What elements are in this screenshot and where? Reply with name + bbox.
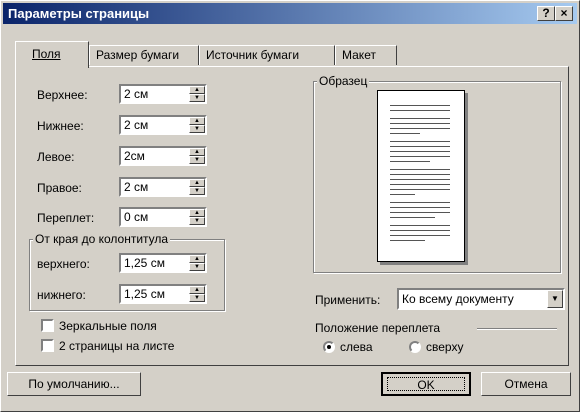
page-setup-dialog: Параметры страницы ? × Поля Размер бумаг…: [0, 0, 580, 412]
cancel-button[interactable]: Отмена: [481, 372, 571, 396]
tab-panel: [15, 66, 569, 366]
default-button[interactable]: По умолчанию...: [7, 372, 141, 396]
tab-layout[interactable]: Макет: [335, 45, 397, 65]
ok-button-label: OK: [387, 377, 465, 392]
tab-paper-size-label: Размер бумаги: [96, 48, 180, 62]
tab-paper-source-label: Источник бумаги: [206, 48, 300, 62]
window-title: Параметры страницы: [8, 6, 150, 21]
help-button[interactable]: ?: [537, 6, 555, 21]
close-button[interactable]: ×: [555, 6, 573, 21]
tab-paper-size[interactable]: Размер бумаги: [89, 45, 199, 65]
tab-layout-label: Макет: [342, 48, 376, 62]
tab-margins[interactable]: Поля: [15, 41, 89, 68]
tab-margins-label: Поля: [32, 47, 61, 61]
tab-paper-source[interactable]: Источник бумаги: [199, 45, 335, 65]
ok-button[interactable]: OK: [381, 372, 471, 396]
title-bar[interactable]: Параметры страницы ? ×: [3, 3, 577, 24]
